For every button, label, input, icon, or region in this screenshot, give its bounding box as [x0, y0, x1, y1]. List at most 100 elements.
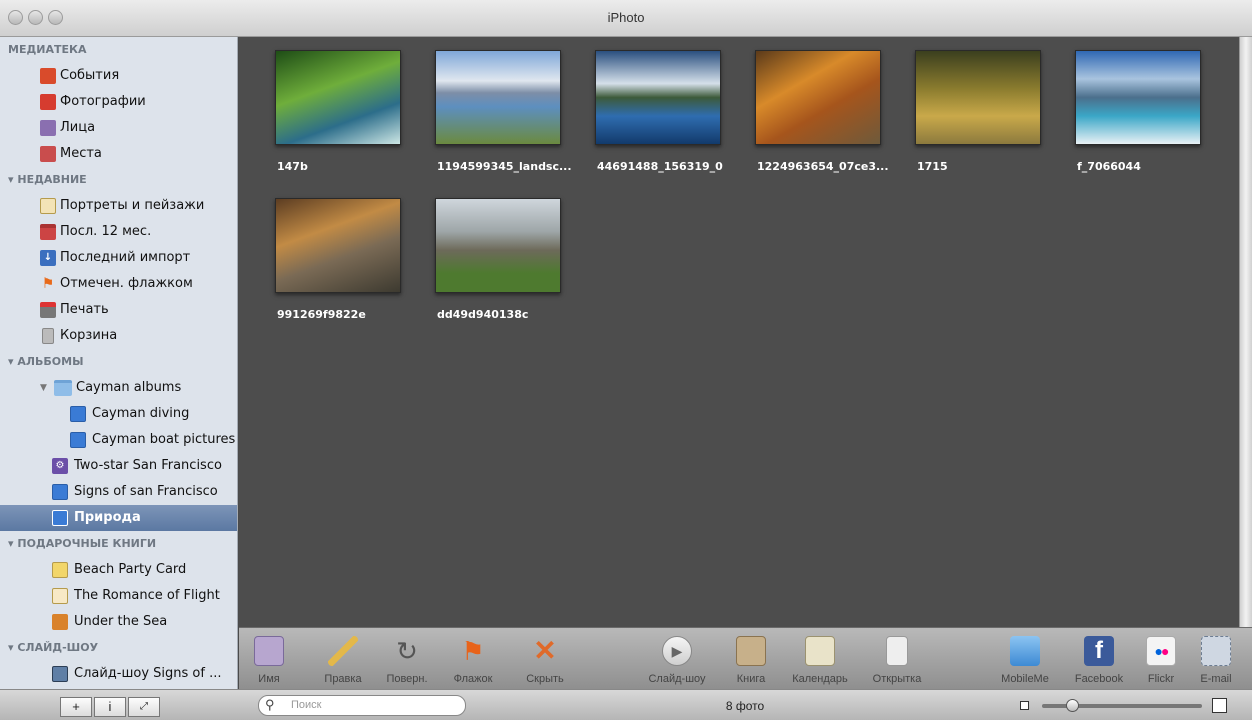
vertical-scrollbar[interactable]: [1239, 37, 1252, 627]
photo-image: [435, 198, 561, 293]
flickr-button[interactable]: ●● Flickr: [1141, 628, 1181, 690]
sidebar-item-two-star[interactable]: ⚙ Two-star San Francisco: [0, 453, 237, 479]
photo-browser: 147b 1194599345_landsc... 44691488_15631…: [239, 37, 1239, 627]
play-icon: ▶: [662, 636, 692, 666]
event-icon: [40, 198, 56, 214]
zoom-thumb[interactable]: [1066, 699, 1079, 712]
places-icon: [40, 146, 56, 162]
source-list: МЕДИАТЕКА События Фотографии Лица Места …: [0, 37, 238, 689]
faces-icon: [40, 120, 56, 136]
sidebar-item-slideshow-signs[interactable]: Слайд-шоу Signs of ...: [0, 661, 237, 687]
hide-x-icon: ✕: [533, 635, 557, 666]
album-icon: [52, 484, 68, 500]
section-slideshows[interactable]: ▾ СЛАЙД-ШОУ: [0, 635, 237, 661]
book-icon: [736, 636, 766, 666]
sidebar-item-flagged[interactable]: ⚑ Отмечен. флажком: [0, 271, 237, 297]
flag-icon: ⚑: [41, 276, 55, 292]
photo-image: [755, 50, 881, 145]
photo-image: [435, 50, 561, 145]
photo-image: [915, 50, 1041, 145]
stamp-icon: [1201, 636, 1231, 666]
section-books[interactable]: ▾ ПОДАРОЧНЫЕ КНИГИ: [0, 531, 237, 557]
iphoto-window: iPhoto МЕДИАТЕКА События Фотографии Лица…: [0, 0, 1252, 720]
card-icon: [52, 562, 68, 578]
disclosure-triangle-icon[interactable]: ▼: [40, 375, 47, 401]
photos-icon: [40, 94, 56, 110]
sidebar-item-under-sea[interactable]: Under the Sea: [0, 609, 237, 635]
rotate-icon: ↻: [396, 636, 418, 666]
flag-button[interactable]: ⚑ Флажок: [445, 628, 501, 690]
photo-count: 8 фото: [725, 699, 765, 713]
calendar-icon: [40, 224, 56, 240]
name-button[interactable]: Имя: [247, 628, 291, 690]
section-albums[interactable]: ▾ АЛЬБОМЫ: [0, 349, 237, 375]
section-library: МЕДИАТЕКА: [8, 43, 87, 56]
calendar-button[interactable]: Календарь: [785, 628, 855, 690]
facebook-icon: f: [1084, 636, 1114, 666]
fullscreen-icon: ⤢: [140, 701, 148, 712]
sidebar-item-signs-sf[interactable]: Signs of san Francisco: [0, 479, 237, 505]
print-icon: [40, 302, 56, 318]
zoom-slider[interactable]: [1020, 698, 1230, 714]
mobileme-icon: [1010, 636, 1040, 666]
sidebar-item-last-import[interactable]: ↓ Последний импорт: [0, 245, 237, 271]
import-icon: ↓: [40, 250, 56, 266]
search-placeholder: Поиск: [291, 699, 322, 711]
search-field[interactable]: ⚲ Поиск: [258, 695, 466, 716]
info-button[interactable]: i: [94, 697, 126, 717]
folder-icon: [54, 380, 72, 396]
photo-image: [275, 198, 401, 293]
sidebar-item-photos[interactable]: Фотографии: [0, 89, 237, 115]
slideshow-button[interactable]: ▶ Слайд-шоу: [639, 628, 715, 690]
book-icon: [52, 614, 68, 630]
info-name-icon: [254, 636, 284, 666]
sidebar-item-romance-flight[interactable]: The Romance of Flight: [0, 583, 237, 609]
search-icon: ⚲: [265, 697, 275, 712]
info-icon: i: [108, 699, 112, 714]
album-icon: [70, 406, 86, 422]
mobileme-button[interactable]: MobileMe: [991, 628, 1059, 690]
add-icon: +: [72, 699, 80, 714]
card-icon: [886, 636, 908, 666]
hide-button[interactable]: ✕ Скрыть: [517, 628, 573, 690]
photo-image: [595, 50, 721, 145]
events-icon: [40, 68, 56, 84]
trash-icon: [42, 328, 54, 344]
sidebar-item-cayman-boat[interactable]: Cayman boat pictures: [0, 427, 237, 453]
pencil-icon: [328, 636, 358, 666]
rotate-button[interactable]: ↻ Поверн.: [379, 628, 435, 690]
slideshow-icon: [52, 666, 68, 682]
sidebar-item-beach-party[interactable]: Beach Party Card: [0, 557, 237, 583]
sidebar-item-print[interactable]: Печать: [0, 297, 237, 323]
book-button[interactable]: Книга: [729, 628, 773, 690]
flag-icon: ⚑: [461, 636, 485, 666]
flickr-icon: ●●: [1146, 636, 1176, 666]
zoom-small-icon: [1020, 701, 1029, 710]
email-button[interactable]: E-mail: [1191, 628, 1241, 690]
album-icon: [52, 510, 68, 526]
sidebar-item-cayman-albums[interactable]: ▼ Cayman albums: [0, 375, 237, 401]
sidebar-item-trash[interactable]: Корзина: [0, 323, 237, 349]
sidebar-item-last-12-months[interactable]: Посл. 12 мес.: [0, 219, 237, 245]
photo-image: [1075, 50, 1201, 145]
edit-button[interactable]: Правка: [315, 628, 371, 690]
sidebar-item-portraits[interactable]: Портреты и пейзажи: [0, 193, 237, 219]
album-icon: [70, 432, 86, 448]
sidebar-item-events[interactable]: События: [0, 63, 237, 89]
card-button[interactable]: Открытка: [867, 628, 927, 690]
photo-image: [275, 50, 401, 145]
zoom-large-icon: [1212, 698, 1227, 713]
calendar-book-icon: [52, 588, 68, 604]
add-button[interactable]: +: [60, 697, 92, 717]
bottom-toolbar: Имя Правка ↻ Поверн. ⚑ Флажок ✕ Скрыть ▶ Сла…: [239, 627, 1252, 689]
smart-album-icon: ⚙: [52, 458, 68, 474]
calendar-icon: [805, 636, 835, 666]
sidebar-item-faces[interactable]: Лица: [0, 115, 237, 141]
window-title: iPhoto: [607, 10, 645, 25]
section-recent[interactable]: ▾ НЕДАВНИЕ: [0, 167, 237, 193]
facebook-button[interactable]: f Facebook: [1067, 628, 1131, 690]
sidebar-item-priroda[interactable]: Природа: [0, 505, 237, 531]
fullscreen-button[interactable]: ⤢: [128, 697, 160, 717]
sidebar-item-places[interactable]: Места: [0, 141, 237, 167]
sidebar-item-cayman-diving[interactable]: Cayman diving: [0, 401, 237, 427]
